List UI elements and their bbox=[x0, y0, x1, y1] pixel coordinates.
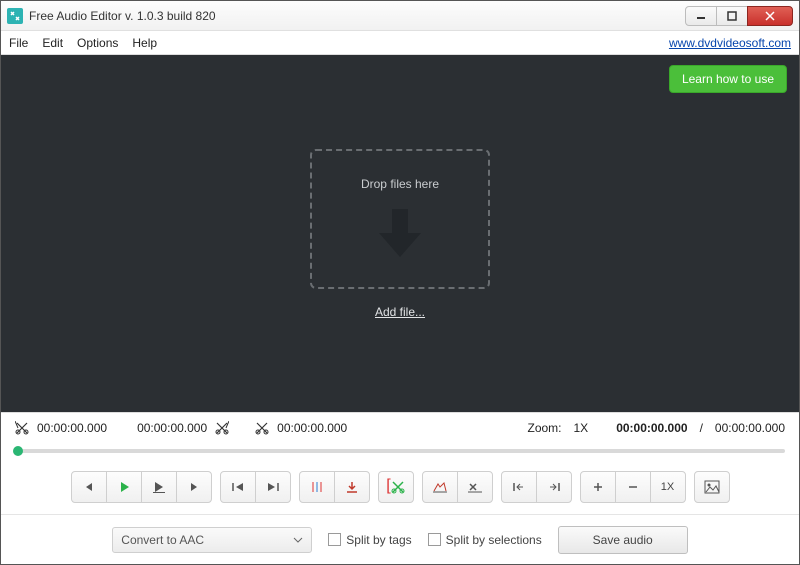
split-selections-checkbox[interactable]: Split by selections bbox=[428, 533, 542, 547]
skip-group bbox=[220, 471, 291, 503]
split-selections-label: Split by selections bbox=[446, 533, 542, 547]
slider-track bbox=[15, 449, 785, 453]
delete-region-button[interactable] bbox=[457, 471, 493, 503]
minimize-button[interactable] bbox=[685, 6, 717, 26]
menu-edit[interactable]: Edit bbox=[42, 36, 63, 50]
dropzone[interactable]: Drop files here bbox=[310, 149, 490, 289]
sel-start-time: 00:00:00.000 bbox=[37, 421, 107, 435]
checkbox-icon bbox=[328, 533, 341, 546]
window-title: Free Audio Editor v. 1.0.3 build 820 bbox=[29, 9, 686, 23]
snapshot-group bbox=[694, 471, 730, 503]
marker-button[interactable] bbox=[299, 471, 335, 503]
timebar: 00:00:00.000 00:00:00.000 00:00:00.000 Z… bbox=[1, 412, 799, 442]
edit-group bbox=[299, 471, 370, 503]
cut-group: [ bbox=[378, 471, 414, 503]
menu-help[interactable]: Help bbox=[132, 36, 157, 50]
cut-button[interactable]: [ bbox=[378, 471, 414, 503]
slider-thumb[interactable] bbox=[13, 446, 23, 456]
scissors-open-icon bbox=[15, 421, 29, 435]
timeline-slider[interactable] bbox=[1, 442, 799, 460]
zoom-reset-button[interactable]: 1X bbox=[650, 471, 686, 503]
sel-start-button[interactable] bbox=[501, 471, 537, 503]
split-tags-label: Split by tags bbox=[346, 533, 411, 547]
menu-file[interactable]: File bbox=[9, 36, 28, 50]
format-label: Convert to AAC bbox=[121, 533, 204, 547]
playback-group bbox=[71, 471, 212, 503]
play-selection-button[interactable] bbox=[141, 471, 177, 503]
dropzone-label: Drop files here bbox=[361, 177, 439, 191]
menu-options[interactable]: Options bbox=[77, 36, 118, 50]
current-time: 00:00:00.000 bbox=[616, 421, 687, 435]
scissors-icon bbox=[255, 421, 269, 435]
chevron-down-icon bbox=[293, 537, 303, 543]
close-button[interactable] bbox=[747, 6, 793, 26]
total-time: 00:00:00.000 bbox=[715, 421, 785, 435]
checkbox-icon bbox=[428, 533, 441, 546]
zoom-group: 1X bbox=[580, 471, 686, 503]
cut-time: 00:00:00.000 bbox=[277, 421, 347, 435]
play-button[interactable] bbox=[106, 471, 142, 503]
split-tags-checkbox[interactable]: Split by tags bbox=[328, 533, 411, 547]
window-controls bbox=[686, 6, 793, 26]
arrow-down-icon bbox=[375, 205, 425, 261]
bottom-bar: Convert to AAC Split by tags Split by se… bbox=[1, 514, 799, 564]
add-file-link[interactable]: Add file... bbox=[375, 305, 425, 319]
app-window: Free Audio Editor v. 1.0.3 build 820 Fil… bbox=[0, 0, 800, 565]
sel-end-time: 00:00:00.000 bbox=[137, 421, 207, 435]
titlebar: Free Audio Editor v. 1.0.3 build 820 bbox=[1, 1, 799, 31]
region-group bbox=[422, 471, 493, 503]
save-label: Save audio bbox=[593, 533, 653, 547]
learn-button[interactable]: Learn how to use bbox=[669, 65, 787, 93]
site-link[interactable]: www.dvdvideosoft.com bbox=[669, 36, 791, 50]
skip-end-button[interactable] bbox=[255, 471, 291, 503]
zoom-in-button[interactable] bbox=[580, 471, 616, 503]
maximize-button[interactable] bbox=[716, 6, 748, 26]
time-separator: / bbox=[700, 421, 703, 435]
image-button[interactable] bbox=[694, 471, 730, 503]
skip-start-button[interactable] bbox=[220, 471, 256, 503]
zoom-out-button[interactable] bbox=[615, 471, 651, 503]
next-button[interactable] bbox=[176, 471, 212, 503]
sel-bounds-group bbox=[501, 471, 572, 503]
zoom-label: Zoom: bbox=[527, 421, 561, 435]
menubar: File Edit Options Help www.dvdvideosoft.… bbox=[1, 31, 799, 55]
scissors-close-icon bbox=[215, 421, 229, 435]
trim-button[interactable] bbox=[422, 471, 458, 503]
prev-button[interactable] bbox=[71, 471, 107, 503]
app-icon bbox=[7, 8, 23, 24]
stage: Learn how to use Drop files here Add fil… bbox=[1, 55, 799, 412]
import-button[interactable] bbox=[334, 471, 370, 503]
toolbar: [ 1X bbox=[1, 460, 799, 514]
sel-end-button[interactable] bbox=[536, 471, 572, 503]
format-combo[interactable]: Convert to AAC bbox=[112, 527, 312, 553]
zoom-value: 1X bbox=[574, 421, 589, 435]
save-audio-button[interactable]: Save audio bbox=[558, 526, 688, 554]
